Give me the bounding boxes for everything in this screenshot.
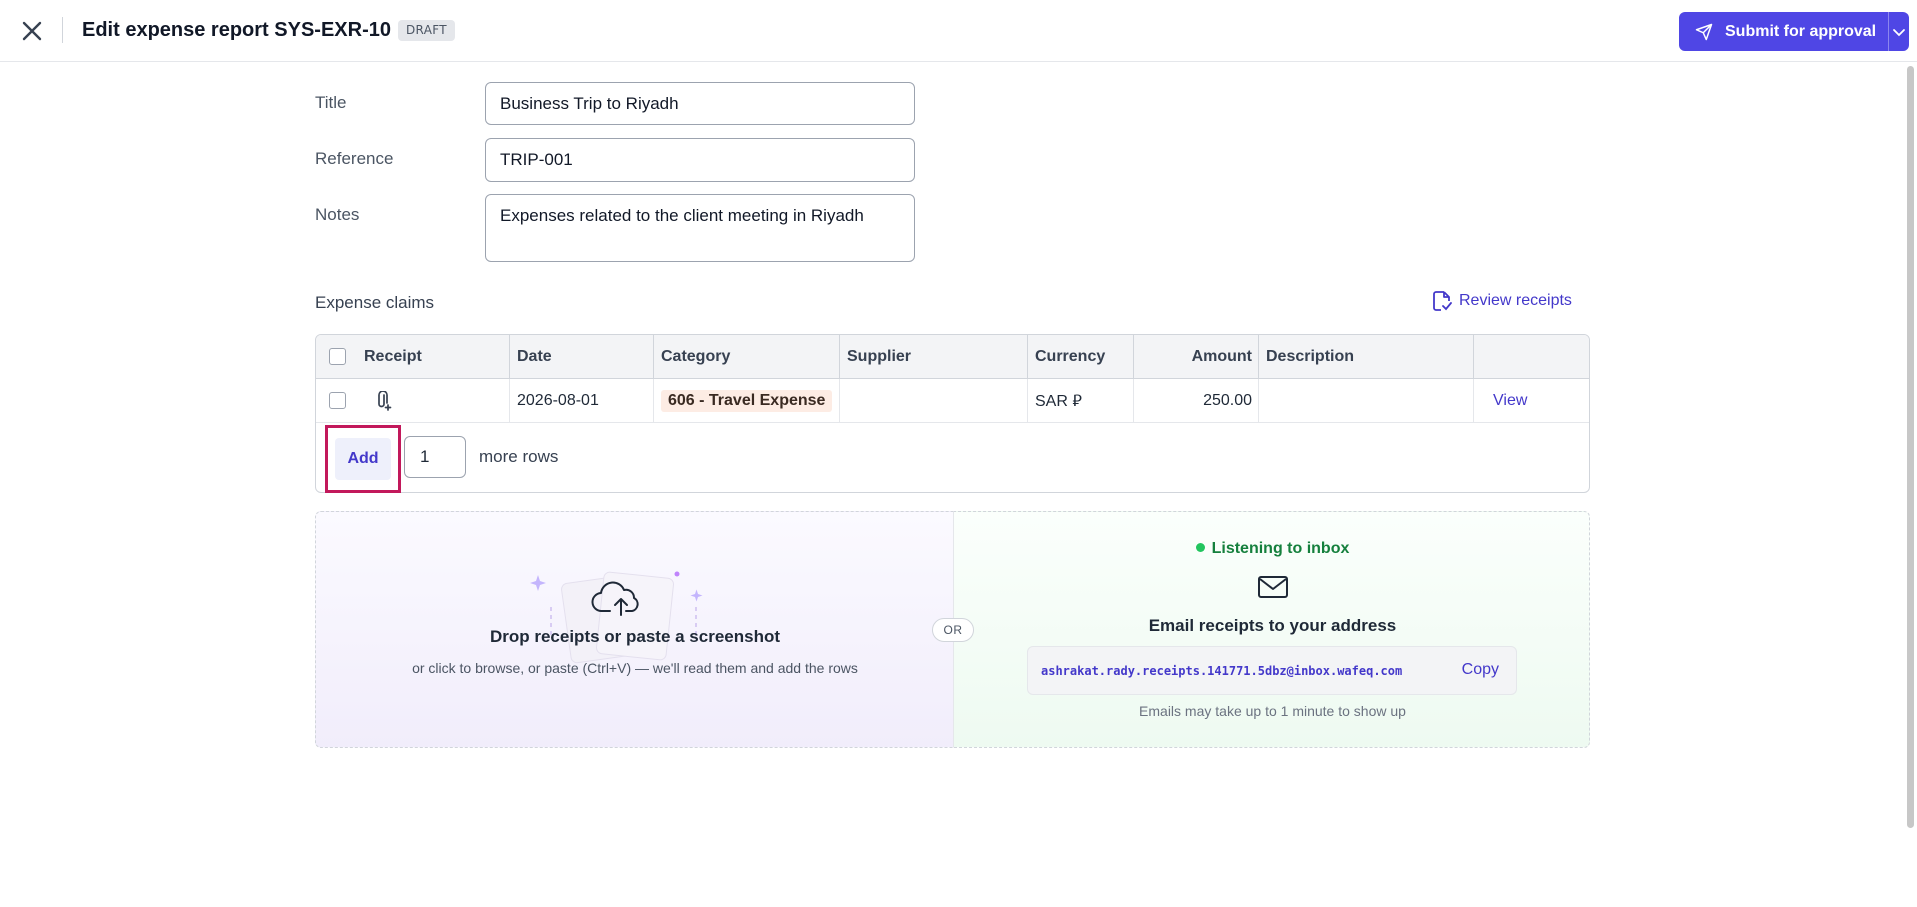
email-inbox-panel: Listening to inbox Email receipts to you…	[953, 511, 1590, 748]
expense-claims-heading: Expense claims	[315, 293, 435, 312]
column-receipt: Receipt	[364, 347, 422, 365]
column-category: Category	[654, 335, 840, 378]
submit-label: Submit for approval	[1725, 22, 1877, 40]
inbox-address-box: ashrakat.rady.receipts.141771.5dbz@inbox…	[1027, 646, 1517, 695]
select-all-checkbox[interactable]	[329, 348, 346, 365]
notes-textarea[interactable]: Expenses related to the client meeting i…	[485, 194, 915, 262]
close-icon[interactable]	[18, 17, 46, 45]
status-badge: DRAFT	[398, 20, 455, 41]
receipt-dropzone[interactable]: Drop receipts or paste a screenshot or c…	[315, 511, 953, 748]
row-description[interactable]	[1259, 379, 1474, 422]
column-amount: Amount	[1134, 335, 1259, 378]
status-dot-icon	[1195, 543, 1205, 552]
row-checkbox[interactable]	[329, 392, 346, 409]
or-divider-badge: OR	[932, 618, 974, 642]
column-actions	[1474, 335, 1589, 378]
submit-options-button[interactable]	[1889, 12, 1909, 51]
row-category-cell[interactable]: 606 - Travel Expense	[654, 379, 840, 422]
listening-label: Listening to inbox	[1211, 540, 1350, 557]
dropzone-title: Drop receipts or paste a screenshot	[489, 627, 781, 646]
column-date: Date	[510, 335, 654, 378]
expense-claims-table: Receipt Date Category Supplier Currency …	[315, 334, 1590, 493]
reference-input[interactable]: TRIP-001	[485, 138, 915, 182]
reference-label: Reference	[315, 149, 394, 168]
rows-count-input[interactable]: 1	[404, 436, 466, 478]
title-label: Title	[315, 93, 347, 112]
title-input[interactable]: Business Trip to Riyadh	[485, 82, 915, 125]
view-link[interactable]: View	[1493, 392, 1527, 410]
table-header-row: Receipt Date Category Supplier Currency …	[316, 335, 1589, 379]
scrollbar[interactable]	[1907, 66, 1914, 828]
inbox-email-address[interactable]: ashrakat.rady.receipts.141771.5dbz@inbox…	[1041, 664, 1402, 678]
category-pill: 606 - Travel Expense	[661, 389, 833, 412]
notes-label: Notes	[315, 205, 360, 224]
row-currency[interactable]: SAR ⃁	[1028, 379, 1134, 422]
send-icon	[1695, 23, 1713, 40]
page-title: Edit expense report SYS-EXR-10	[82, 19, 391, 41]
copy-address-button[interactable]: Copy	[1462, 661, 1499, 679]
email-receipts-title: Email receipts to your address	[1148, 616, 1397, 635]
table-row: 2026-08-01 606 - Travel Expense SAR ⃁ 25…	[316, 379, 1589, 423]
email-delay-note: Emails may take up to 1 minute to show u…	[1139, 703, 1406, 719]
column-description: Description	[1259, 335, 1474, 378]
add-button-highlight	[325, 425, 401, 493]
review-receipts-label: Review receipts	[1459, 292, 1572, 309]
submit-button-group: Submit for approval	[1679, 12, 1909, 51]
header-bar: Edit expense report SYS-EXR-10 DRAFT Sub…	[0, 0, 1917, 62]
attach-receipt-icon[interactable]	[375, 390, 393, 411]
submit-for-approval-button[interactable]: Submit for approval	[1679, 12, 1888, 51]
header-divider	[62, 17, 63, 43]
review-receipts-link[interactable]: Review receipts	[1432, 290, 1572, 312]
row-amount[interactable]: 250.00	[1134, 379, 1259, 422]
mail-icon	[1258, 576, 1288, 598]
column-supplier: Supplier	[840, 335, 1028, 378]
dropzone-subtitle: or click to browse, or paste (Ctrl+V) — …	[412, 660, 858, 676]
row-actions-cell: View	[1474, 379, 1589, 422]
receipt-check-icon	[1433, 291, 1452, 311]
row-supplier[interactable]	[840, 379, 1028, 422]
column-currency: Currency	[1028, 335, 1134, 378]
header-cell-receipt: Receipt	[316, 335, 510, 378]
chevron-down-icon	[1893, 28, 1905, 36]
more-rows-label: more rows	[479, 447, 559, 466]
row-receipt-cell	[316, 379, 510, 422]
listening-status: Listening to inbox	[954, 540, 1591, 558]
row-date[interactable]: 2026-08-01	[510, 379, 654, 422]
